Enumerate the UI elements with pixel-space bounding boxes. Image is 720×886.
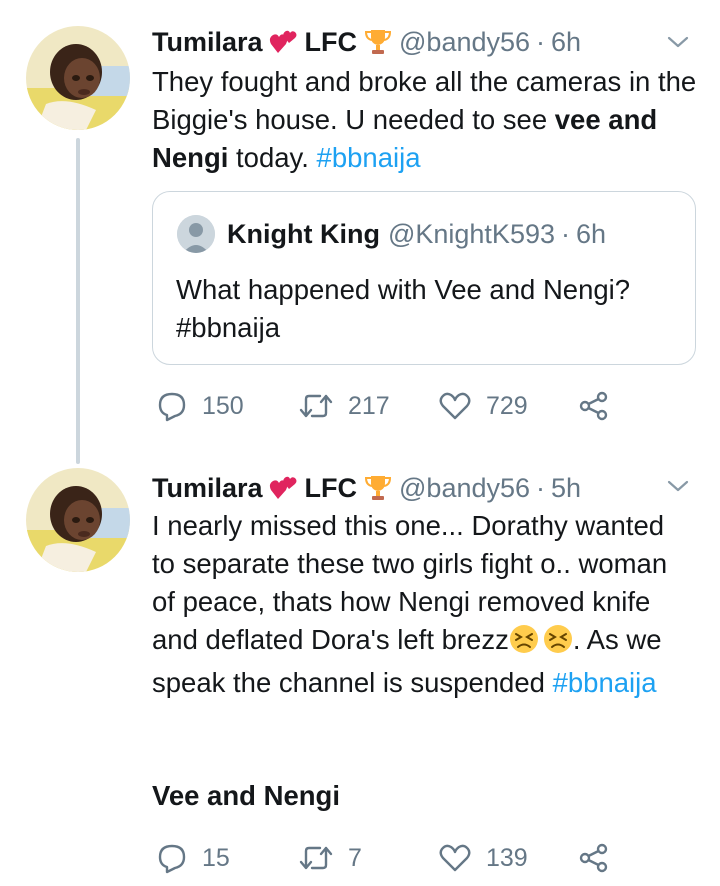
separator-dot: · — [536, 26, 546, 57]
two-hearts-icon — [269, 473, 299, 503]
share-icon — [579, 843, 608, 873]
retweet-count: 7 — [348, 843, 362, 872]
author-handle[interactable]: @bandy56 — [399, 27, 530, 58]
tweet-text: They fought and broke all the cameras in… — [152, 66, 697, 173]
card-title[interactable]: Vee and Nengi — [152, 780, 340, 812]
two-hearts-icon — [269, 27, 299, 57]
like-count: 729 — [486, 391, 528, 420]
hashtag-link[interactable]: #bbnaija — [553, 667, 657, 698]
timestamp[interactable]: 5h — [551, 473, 581, 504]
quote-author-handle[interactable]: @KnightK593 — [388, 219, 555, 250]
tweet-header: Tumilara LFC @bandy56 · 5h — [152, 470, 581, 506]
heart-icon — [439, 844, 471, 872]
default-avatar-icon — [177, 215, 215, 253]
quote-timestamp: 6h — [576, 218, 607, 249]
trophy-icon — [363, 27, 393, 57]
avatar[interactable] — [26, 26, 130, 130]
avatar[interactable] — [26, 468, 130, 572]
reply-count: 150 — [202, 391, 244, 420]
like-count: 139 — [486, 843, 528, 872]
retweet-icon — [299, 846, 333, 870]
trophy-icon — [363, 473, 393, 503]
author-name[interactable]: Tumilara — [152, 27, 263, 58]
share-button[interactable] — [578, 386, 610, 426]
reply-button[interactable]: 150 — [156, 386, 244, 426]
share-icon — [579, 391, 608, 421]
timestamp[interactable]: 6h — [551, 27, 581, 58]
tweet-text: I nearly missed this one... Dorathy want… — [152, 510, 668, 698]
tweet-actions: 150 217 729 — [152, 386, 632, 426]
quote-header: Knight King @KnightK593 · 6h — [177, 215, 607, 253]
retweet-count: 217 — [348, 391, 390, 420]
retweet-button[interactable]: 7 — [298, 838, 362, 878]
like-button[interactable]: 729 — [438, 386, 528, 426]
retweet-button[interactable]: 217 — [298, 386, 390, 426]
separator-dot: · — [536, 472, 546, 503]
hashtag-link[interactable]: #bbnaija — [317, 142, 421, 173]
share-button[interactable] — [578, 838, 610, 878]
tweet-actions: 15 7 139 — [152, 838, 632, 878]
author-name[interactable]: Tumilara — [152, 473, 263, 504]
tweet-header: Tumilara LFC @bandy56 · 6h — [152, 24, 581, 60]
quote-text: What happened with Vee and Nengi? #bbnaij… — [176, 274, 631, 343]
chevron-down-icon[interactable] — [664, 28, 692, 56]
retweet-icon — [299, 394, 333, 418]
reply-icon — [158, 844, 186, 874]
chevron-down-icon[interactable] — [664, 472, 692, 500]
team-label: LFC — [304, 26, 358, 57]
persevering-face-icon — [509, 624, 543, 664]
quote-author-name[interactable]: Knight King — [227, 219, 380, 250]
reply-button[interactable]: 15 — [156, 838, 230, 878]
thread-line — [76, 138, 80, 464]
reply-icon — [158, 392, 186, 422]
quote-hashtag: #bbnaija — [176, 312, 280, 343]
heart-icon — [439, 392, 471, 420]
reply-count: 15 — [202, 843, 230, 872]
author-handle[interactable]: @bandy56 — [399, 473, 530, 504]
separator-dot: · — [561, 218, 570, 249]
team-label: LFC — [304, 472, 358, 503]
persevering-face-icon — [543, 624, 573, 664]
like-button[interactable]: 139 — [438, 838, 528, 878]
